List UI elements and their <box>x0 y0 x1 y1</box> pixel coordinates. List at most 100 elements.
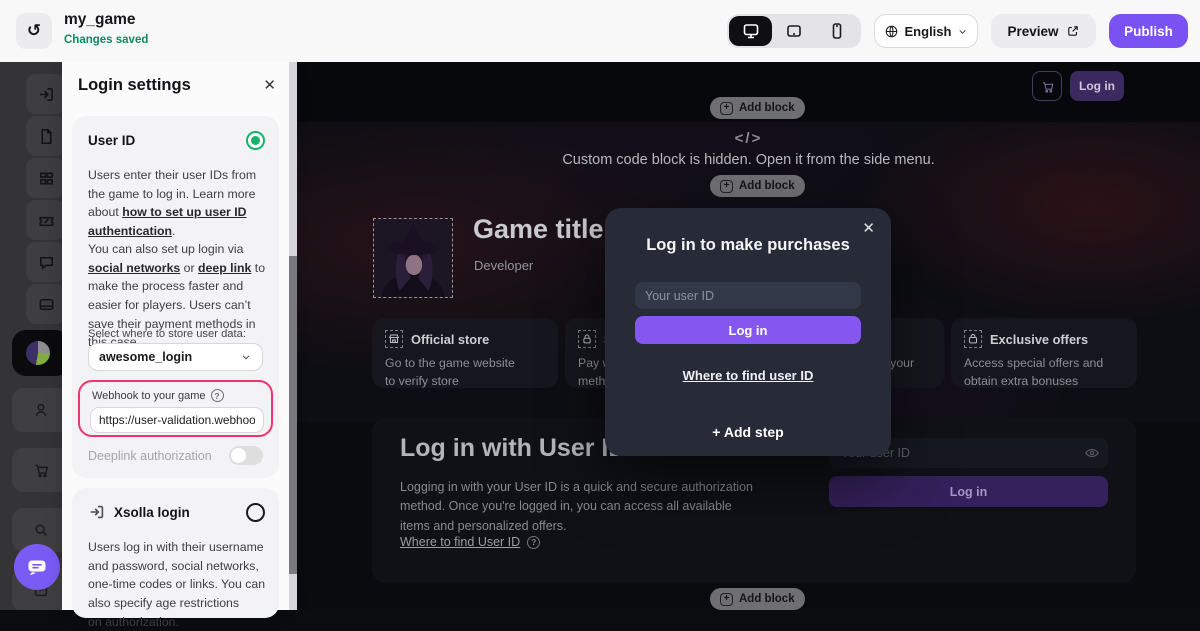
modal-title: Log in to make purchases <box>646 236 850 254</box>
preview-label: Preview <box>1007 23 1059 39</box>
preview-nav-login-button[interactable]: Log in <box>1070 71 1124 101</box>
xsolla-login-description: Users log in with their username and pas… <box>88 540 266 629</box>
custom-code-message: Custom code block is hidden. Open it fro… <box>562 152 935 168</box>
question-icon[interactable]: ? <box>210 389 224 402</box>
xsolla-login-option-card: Xsolla login Users log in with their use… <box>72 488 279 629</box>
game-avatar[interactable] <box>373 218 453 298</box>
mobile-icon <box>832 23 841 39</box>
side-menu <box>0 62 62 610</box>
tablet-icon <box>786 25 801 37</box>
undo-button[interactable]: ↺ <box>16 13 52 49</box>
xsolla-login-radio[interactable] <box>246 503 265 522</box>
device-tablet-button[interactable] <box>772 16 815 46</box>
storage-select-label: Select where to store user data: <box>88 328 246 340</box>
user-id-description-1: Users enter their user IDs from the game… <box>88 166 266 241</box>
sidebar-item-banner[interactable] <box>26 284 62 324</box>
description-text: You can also set up login via <box>88 242 244 256</box>
user-id-option-card: User ID Users enter their user IDs from … <box>72 116 279 478</box>
feature-card-title: Exclusive offers <box>990 331 1089 347</box>
banner-icon <box>39 298 53 310</box>
feature-card-official-store: Official store Go to the game website to… <box>372 318 558 388</box>
chat-bubble-icon <box>39 256 53 270</box>
publish-button[interactable]: Publish <box>1109 14 1188 48</box>
feature-card-desc: Go to the game website to verify store <box>385 356 515 389</box>
storefront-icon <box>385 330 403 348</box>
sidebar-item-pages[interactable] <box>26 116 62 156</box>
user-id-radio[interactable] <box>246 131 265 150</box>
plus-icon: + <box>720 179 733 193</box>
support-chat-button[interactable] <box>14 544 60 590</box>
globe-icon <box>885 25 897 37</box>
feature-card-desc: Access special offers and obtain extra b… <box>964 356 1104 389</box>
scrollbar-thumb[interactable] <box>289 256 297 574</box>
panel-title: Login settings <box>78 76 191 94</box>
sidebar-item-login[interactable] <box>26 74 62 114</box>
add-block-label: Add block <box>739 593 795 605</box>
person-icon <box>35 403 47 417</box>
sidebar-item-coupons[interactable] <box>26 200 62 240</box>
code-block-icon: </> <box>734 130 763 147</box>
cart-icon <box>1042 81 1053 93</box>
eye-icon[interactable] <box>1084 445 1100 461</box>
workspace-card[interactable] <box>12 330 62 376</box>
add-block-button-bottom[interactable]: + Add block <box>710 588 805 610</box>
deeplink-toggle[interactable] <box>229 446 263 465</box>
modal-where-to-find-link[interactable]: Where to find user ID <box>605 368 891 383</box>
sidebar-item-comments[interactable] <box>26 242 62 282</box>
log-in-icon <box>39 87 53 101</box>
link-text: Where to find User ID <box>400 535 521 549</box>
panel-close-button[interactable]: ✕ <box>263 76 276 94</box>
publish-label: Publish <box>1124 23 1173 39</box>
sidebar-item-blocks[interactable] <box>26 158 62 198</box>
preview-cart-button[interactable] <box>1032 71 1062 101</box>
webhook-label-row: Webhook to your game ? <box>92 389 224 402</box>
webhook-input[interactable] <box>90 407 264 433</box>
add-block-button-top[interactable]: + Add block <box>710 97 805 119</box>
plus-icon: + <box>720 101 733 115</box>
panel-scrollbar[interactable] <box>289 62 297 610</box>
bag-icon <box>964 330 982 348</box>
top-bar: ↺ my_game Changes saved English Preview … <box>0 0 1200 62</box>
sidebar-item-cart[interactable] <box>12 448 62 492</box>
chevron-down-icon <box>242 355 250 360</box>
modal-login-button[interactable]: Log in <box>635 316 861 344</box>
add-block-label: Add block <box>739 180 795 192</box>
webhook-highlight-box: Webhook to your game ? <box>78 380 273 437</box>
desktop-icon <box>743 24 758 39</box>
add-block-button-mid[interactable]: + Add block <box>710 175 805 197</box>
language-select[interactable]: English <box>874 14 978 48</box>
undo-icon: ↺ <box>26 21 42 40</box>
chevron-down-icon <box>959 29 966 34</box>
preview-button[interactable]: Preview <box>991 14 1096 48</box>
storage-select[interactable]: awesome_login <box>88 343 263 371</box>
device-desktop-button[interactable] <box>729 16 772 46</box>
game-developer: Developer <box>474 258 534 273</box>
blocks-grid-icon <box>39 171 53 185</box>
search-icon <box>35 524 47 536</box>
site-preview: Log in + Add block </> Custom code block… <box>297 62 1200 610</box>
add-block-label: Add block <box>739 102 795 114</box>
game-title: Game title <box>473 214 604 244</box>
webhook-label: Webhook to your game <box>92 389 206 402</box>
add-step-button[interactable]: + Add step <box>605 424 891 440</box>
device-mobile-button[interactable] <box>815 16 858 46</box>
description-text: . <box>172 224 176 239</box>
where-to-find-user-id-link[interactable]: Where to find User ID ? <box>400 535 541 549</box>
sidebar-item-profile[interactable] <box>12 388 62 432</box>
language-label: English <box>904 23 952 39</box>
xsolla-login-icon <box>88 503 106 521</box>
social-networks-link[interactable]: social networks <box>88 261 180 275</box>
modal-close-icon[interactable]: ✕ <box>862 219 875 237</box>
save-status: Changes saved <box>64 34 149 46</box>
section-title: Log in with User ID <box>400 434 627 462</box>
modal-user-id-input[interactable] <box>635 282 861 309</box>
description-text: or <box>180 260 199 275</box>
login-settings-panel: Login settings ✕ User ID Users enter the… <box>62 62 289 629</box>
deep-link-link[interactable]: deep link <box>198 261 251 275</box>
plus-icon: + <box>720 592 733 606</box>
chat-fab-icon <box>28 560 46 576</box>
question-icon: ? <box>527 535 541 549</box>
workspace-avatar <box>26 341 50 365</box>
section-login-button[interactable]: Log in <box>829 476 1108 507</box>
login-modal: ✕ Log in to make purchases Log in Where … <box>605 208 891 456</box>
